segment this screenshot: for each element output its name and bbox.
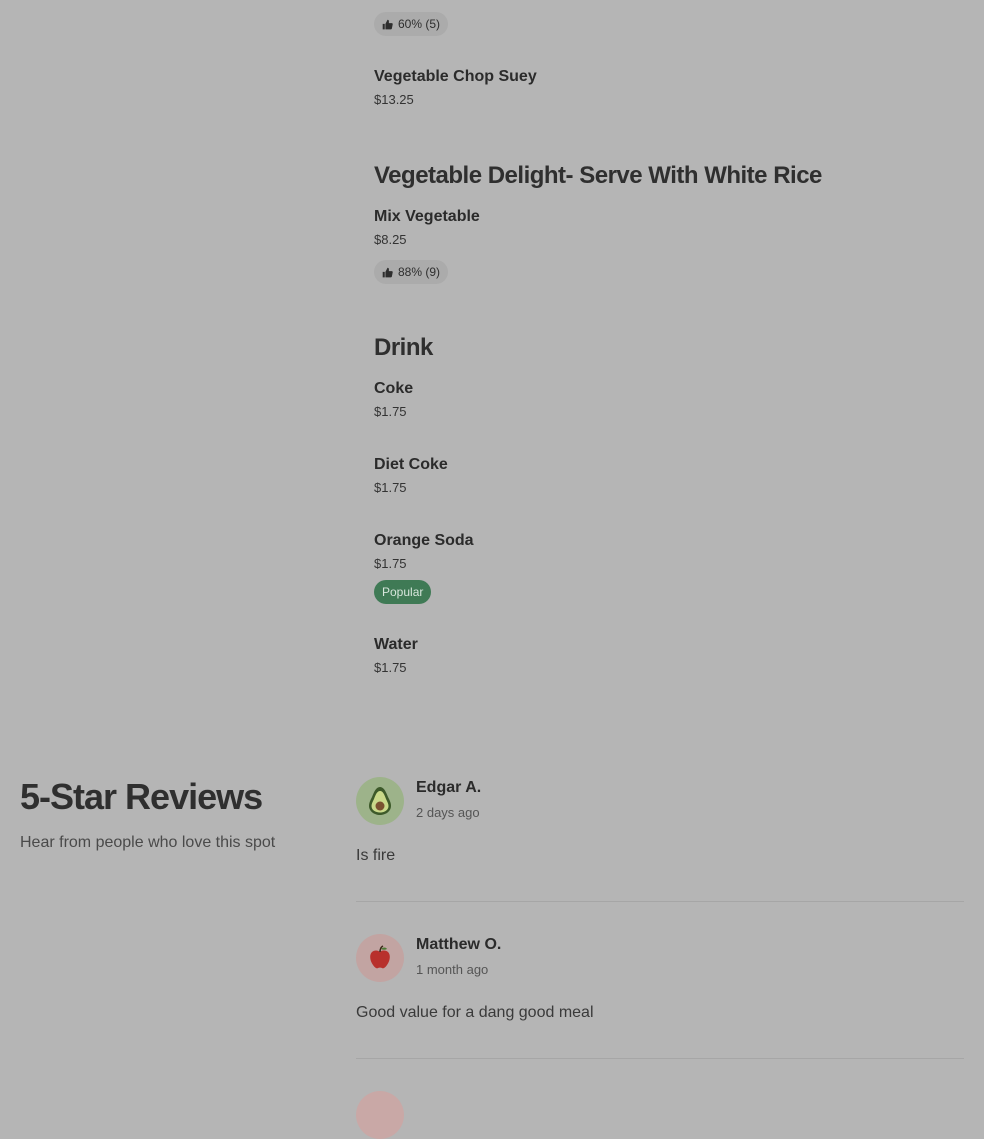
avatar bbox=[356, 934, 404, 982]
section-title: Drink bbox=[374, 334, 433, 361]
avatar bbox=[356, 1091, 404, 1139]
review-text: Is fire bbox=[356, 847, 396, 864]
review-date: 2 days ago bbox=[416, 805, 480, 820]
reviewer-name[interactable]: Matthew O. bbox=[416, 936, 501, 954]
menu-item[interactable]: Coke $1.75 bbox=[374, 380, 413, 419]
divider bbox=[356, 901, 964, 902]
item-price: $1.75 bbox=[374, 660, 407, 675]
review-date: 1 month ago bbox=[416, 962, 489, 977]
menu-item[interactable]: Water $1.75 bbox=[374, 636, 418, 675]
item-name: Mix Vegetable bbox=[374, 208, 480, 225]
menu-item[interactable]: Mix Vegetable $8.25 bbox=[374, 208, 480, 247]
item-name: Water bbox=[374, 636, 418, 653]
item-name: Vegetable Chop Suey bbox=[374, 68, 537, 85]
like-badge: 60% (5) bbox=[374, 12, 449, 36]
item-price: $1.75 bbox=[374, 556, 407, 571]
reviews-title: 5-Star Reviews bbox=[20, 776, 263, 817]
like-badge: 88% (9) bbox=[374, 260, 449, 284]
menu-item[interactable]: Diet Coke $1.75 bbox=[374, 456, 448, 495]
like-percentage: 88% (9) bbox=[398, 265, 441, 279]
like-percentage: 60% (5) bbox=[398, 17, 441, 31]
popular-badge: Popular bbox=[374, 580, 432, 604]
item-name: Coke bbox=[374, 380, 414, 397]
avocado-icon bbox=[369, 787, 391, 815]
item-name: Diet Coke bbox=[374, 456, 448, 473]
apple-icon bbox=[370, 945, 390, 969]
reviewer-name[interactable]: Edgar A. bbox=[416, 779, 481, 797]
item-price: $13.25 bbox=[374, 92, 414, 107]
divider bbox=[356, 1058, 964, 1059]
item-price: $1.75 bbox=[374, 404, 407, 419]
item-name: Orange Soda bbox=[374, 532, 474, 549]
thumbs-up-icon bbox=[382, 19, 393, 29]
review-text: Good value for a dang good meal bbox=[356, 1004, 594, 1021]
item-price: $1.75 bbox=[374, 480, 407, 495]
section-title: Vegetable Delight- Serve With White Rice bbox=[374, 162, 822, 189]
reviews-subtitle: Hear from people who love this spot bbox=[20, 834, 276, 851]
avatar bbox=[356, 777, 404, 825]
menu-item[interactable]: Vegetable Chop Suey $13.25 bbox=[374, 68, 537, 107]
menu-item[interactable]: Orange Soda $1.75 bbox=[374, 532, 474, 571]
item-price: $8.25 bbox=[374, 232, 407, 247]
thumbs-up-icon bbox=[382, 267, 393, 277]
